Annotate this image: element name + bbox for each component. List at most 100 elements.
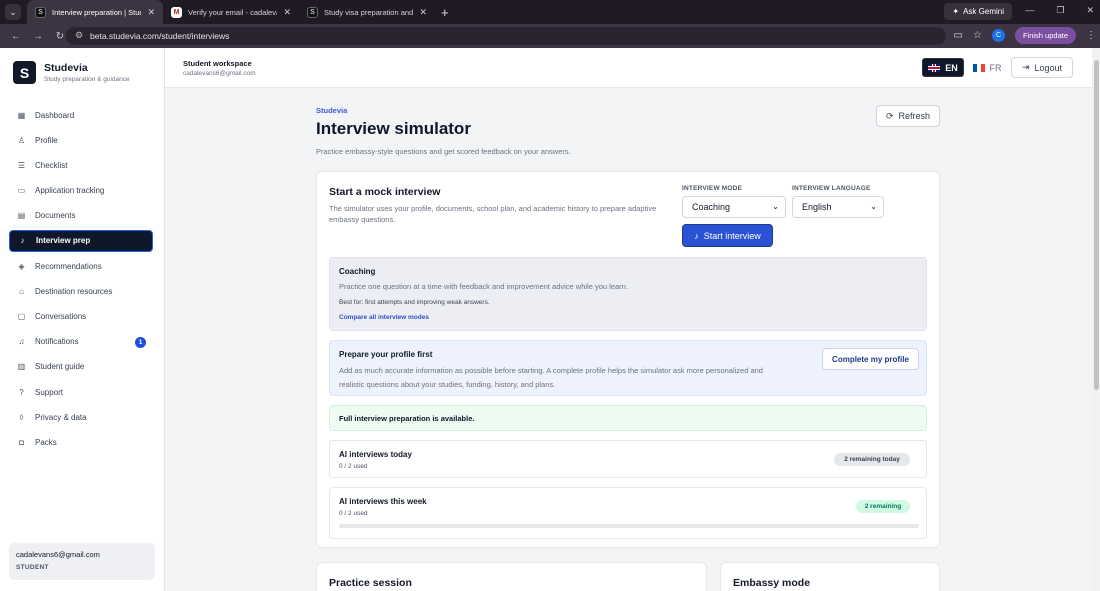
user-card[interactable]: cadalevans6@gmail.com STUDENT (9, 543, 155, 580)
user-role: STUDENT (16, 564, 49, 571)
usage-week-count: 0 / 2 used (339, 510, 368, 517)
studevia-favicon-icon: S (307, 6, 318, 18)
profile-avatar[interactable]: C (991, 29, 1005, 42)
shield-icon: ◊ (19, 412, 24, 422)
usage-today-count: 0 / 2 used (339, 463, 368, 470)
coaching-title: Coaching (339, 267, 376, 276)
sidebar-item-label: Conversations (35, 312, 87, 321)
chevron-down-icon: ⌄ (870, 202, 877, 211)
logout-label: Logout (1034, 62, 1063, 73)
close-window-icon[interactable]: ✕ (1086, 5, 1094, 16)
france-flag-icon (972, 63, 985, 72)
sidebar-item-conversations[interactable]: ▢ Conversations (9, 306, 153, 328)
window-controls: — ❐ ✕ (1025, 5, 1094, 16)
new-tab-icon[interactable]: + (441, 5, 449, 20)
url-field[interactable]: ⚙ beta.studevia.com/student/interviews (66, 27, 946, 45)
coaching-mode-panel: Coaching Practice one question at a time… (329, 257, 927, 331)
url-text: beta.studevia.com/student/interviews (90, 31, 230, 41)
sidebar-item-label: Checklist (35, 160, 68, 170)
browser-address-bar: ← → ↻ ⚙ beta.studevia.com/student/interv… (0, 24, 1100, 48)
sidebar-item-dashboard[interactable]: ▦ Dashboard (9, 104, 153, 126)
mock-interview-description: The simulator uses your profile, documen… (329, 204, 657, 224)
refresh-button[interactable]: ⟳ Refresh (876, 105, 940, 127)
page-title: Interview simulator (316, 119, 471, 138)
browser-tab-active[interactable]: S Interview preparation | Studevia ✕ (27, 0, 163, 24)
lang-en-label: EN (945, 62, 958, 73)
tab-search-chevron-icon[interactable]: ⌄ (5, 4, 21, 20)
sidebar-item-destination-resources[interactable]: ⌂ Destination resources (9, 280, 153, 302)
usage-week-panel: AI interviews this week 0 / 2 used 2 rem… (329, 487, 927, 539)
usage-today-title: AI interviews today (339, 450, 412, 459)
mock-interview-card: Start a mock interview The simulator use… (316, 171, 940, 548)
sidebar-item-label: Support (35, 387, 64, 397)
reload-icon[interactable]: ↻ (54, 31, 66, 42)
forward-arrow-icon[interactable]: → (32, 31, 44, 42)
interview-language-value: English (802, 202, 832, 212)
browser-tab-bar: ⌄ S Interview preparation | Studevia ✕ M… (0, 0, 1100, 24)
profile-prompt-description: Add as much accurate information as poss… (339, 366, 763, 389)
practice-session-card: Practice session (316, 562, 707, 591)
sidebar-item-profile[interactable]: ♙ Profile (9, 129, 153, 151)
language-en-button[interactable]: EN (922, 58, 964, 77)
compare-modes-link[interactable]: Compare all interview modes (339, 314, 429, 321)
language-fr-button[interactable]: FR (968, 58, 1006, 77)
logout-button[interactable]: ⇥ Logout (1011, 57, 1073, 78)
sidebar-item-application-tracking[interactable]: ▭ Application tracking (9, 180, 153, 202)
building-icon: ⌂ (19, 286, 24, 296)
scrollbar-thumb[interactable] (1094, 60, 1099, 390)
user-icon: ♙ (17, 135, 26, 145)
coaching-best-for: Best for: first attempts and improving w… (339, 299, 490, 306)
availability-banner: Full interview preparation is available. (329, 405, 927, 431)
usage-today-panel: AI interviews today 0 / 2 used 2 remaini… (329, 440, 927, 478)
close-tab-icon[interactable]: ✕ (147, 7, 155, 18)
workspace-title: Student workspace (183, 59, 252, 68)
brand-name: Studevia (44, 62, 88, 74)
sidebar-item-label: Destination resources (35, 286, 113, 296)
refresh-icon: ⟳ (885, 110, 894, 121)
page-subtitle: Practice embassy-style questions and get… (316, 147, 571, 156)
sidebar-item-label: Application tracking (35, 186, 105, 196)
minimize-icon[interactable]: — (1025, 5, 1034, 16)
folder-icon: ▭ (17, 186, 26, 196)
embassy-mode-card: Embassy mode (720, 562, 940, 591)
close-tab-icon[interactable]: ✕ (419, 7, 427, 18)
usage-week-title: AI interviews this week (339, 497, 427, 506)
lang-fr-label: FR (989, 62, 1002, 73)
microphone-icon: ♪ (694, 230, 699, 241)
brand[interactable]: S Studevia Study preparation & guidance (13, 61, 130, 84)
sidebar-item-interview-prep[interactable]: ♪ Interview prep (9, 229, 153, 252)
sidebar-item-checklist[interactable]: ☰ Checklist (9, 154, 153, 176)
interview-mode-select[interactable]: Coaching ⌄ (682, 196, 786, 218)
graduation-cap-icon: ◈ (18, 261, 25, 271)
start-interview-button[interactable]: ♪ Start interview (682, 224, 773, 247)
interview-language-select[interactable]: English ⌄ (792, 196, 884, 218)
browser-tab[interactable]: M Verify your email - cadalevans6@ ✕ (163, 0, 299, 24)
checklist-icon: ☰ (17, 160, 26, 170)
site-info-icon[interactable]: ⚙ (75, 30, 83, 41)
help-icon: ? (19, 387, 24, 397)
browser-tab[interactable]: S Study visa preparation and emb ✕ (299, 0, 435, 24)
bookmark-star-icon[interactable]: ☆ (973, 30, 982, 41)
sidebar-item-label: Packs (35, 437, 57, 447)
sidebar-item-packs[interactable]: ◘ Packs (9, 431, 153, 453)
browser-menu-icon[interactable]: ⋮ (1086, 30, 1096, 41)
complete-profile-button[interactable]: Complete my profile (822, 348, 919, 370)
back-arrow-icon[interactable]: ← (10, 31, 22, 42)
sidebar-item-label: Interview prep (36, 236, 91, 246)
sidebar-item-documents[interactable]: ▤ Documents (9, 205, 153, 227)
sidebar-item-student-guide[interactable]: ▥ Student guide (9, 356, 153, 378)
profile-prompt-panel: Prepare your profile first Add as much a… (329, 340, 927, 396)
sidebar-nav: ▦ Dashboard ♙ Profile ☰ Checklist ▭ Application… (9, 104, 153, 457)
sidebar-item-support[interactable]: ? Support (9, 381, 153, 403)
ask-gemini-button[interactable]: ✦ Ask Gemini (944, 3, 1012, 20)
sidebar-item-notifications[interactable]: ♫ Notifications 1 (9, 331, 153, 353)
gmail-favicon-icon: M (171, 6, 182, 18)
sidebar-item-privacy-data[interactable]: ◊ Privacy & data (9, 406, 153, 428)
close-tab-icon[interactable]: ✕ (283, 7, 291, 18)
page-eyebrow: Studevia (316, 106, 348, 115)
finish-update-button[interactable]: Finish update (1014, 27, 1076, 44)
bell-icon: ♫ (18, 337, 25, 347)
cast-icon[interactable]: ▭ (954, 30, 963, 41)
restore-icon[interactable]: ❐ (1056, 5, 1064, 16)
sidebar-item-recommendations[interactable]: ◈ Recommendations (9, 255, 153, 277)
